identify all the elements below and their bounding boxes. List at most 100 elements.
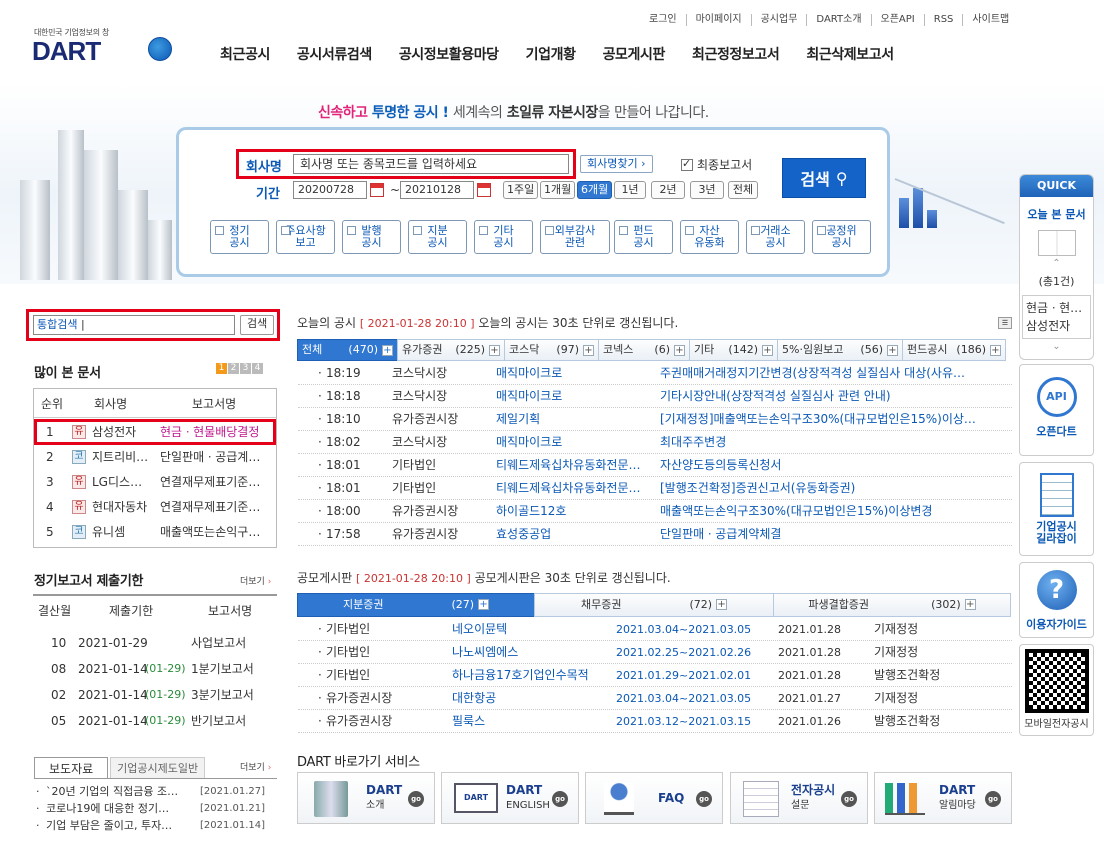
top-link-sitemap[interactable]: 사이트맵 <box>962 14 1018 26</box>
category-other[interactable]: 기타 공시 <box>474 220 533 254</box>
mobile-disclosure-link[interactable]: 모바일전자공시 <box>1019 644 1094 736</box>
table-row[interactable]: 4 유 현대자동차 연결재무제표기준… <box>34 495 276 519</box>
table-row[interactable]: · 유가증권시장 필룩스 2021.03.12~2021.03.15 2021.01.2… <box>298 710 1012 733</box>
category-equity[interactable]: 지분 공시 <box>408 220 467 254</box>
top-link-about[interactable]: DART소개 <box>806 14 870 26</box>
list-item[interactable]: · 코로나19에 대응한 정기… [2021.01.21] <box>34 800 278 817</box>
category-issue[interactable]: 발행 공시 <box>342 220 401 254</box>
table-row[interactable]: 10 2021-01-29 사업보고서 <box>33 630 277 656</box>
period-3years[interactable]: 3년 <box>690 181 724 199</box>
nav-recent[interactable]: 최근공시 <box>220 44 270 64</box>
table-row[interactable]: 5 코 유니셈 매출액또는손익구… <box>34 520 276 544</box>
nav-corrections[interactable]: 최근정정보고서 <box>692 44 780 64</box>
nav-company[interactable]: 기업개황 <box>526 44 576 64</box>
table-row[interactable]: · 기타법인 네오이뮨텍 2021.03.04~2021.03.05 2021.01.2… <box>298 618 1012 641</box>
table-row[interactable]: 2 코 지트리비… 단일판매ㆍ공급계… <box>34 445 276 469</box>
top-link-mypage[interactable]: 마이페이지 <box>685 14 751 26</box>
service-notice[interactable]: DART 알림마당 go <box>874 772 1012 824</box>
date-to-input[interactable]: 20210128 <box>400 181 474 199</box>
tab-disclosure-general[interactable]: 기업공시제도일반 <box>110 757 206 779</box>
today-menu-icon[interactable]: ☰ <box>998 317 1012 329</box>
period-2years[interactable]: 2년 <box>651 181 685 199</box>
period-all[interactable]: 전체 <box>728 181 758 199</box>
service-dart-english[interactable]: DART DART ENGLISH go <box>441 772 579 824</box>
category-major[interactable]: 주요사항 보고 <box>276 220 335 254</box>
tab-konex[interactable]: 코넥스 (6) + <box>598 339 690 361</box>
table-row[interactable]: · 기타법인 나노씨엠에스 2021.02.25~2021.02.26 2021.01.… <box>298 641 1012 664</box>
table-row[interactable]: · 18:01 기타법인 티웨드제육십차유동화전문… [발행조건확정]증권신고서(유동화… <box>298 477 1012 500</box>
date-from-input[interactable]: 20200728 <box>293 181 367 199</box>
category-ftc[interactable]: 공정위 공시 <box>812 220 871 254</box>
market: 코스닥시장 <box>392 366 448 380</box>
top-link-filing[interactable]: 공시업무 <box>750 14 807 26</box>
user-guide-link[interactable]: ? 이용자가이드 <box>1019 562 1094 638</box>
chevron-down-icon[interactable]: ⌄ <box>1020 341 1093 352</box>
period-1week[interactable]: 1주일 <box>503 181 539 199</box>
service-faq[interactable]: FAQ go <box>585 772 723 824</box>
tab-other[interactable]: 기타 (142) + <box>689 339 778 361</box>
tab-kosdaq[interactable]: 코스닥 (97) + <box>504 339 599 361</box>
period-1year[interactable]: 1년 <box>614 181 646 199</box>
table-row[interactable]: 08 2021-01-14 (01-29) 1분기보고서 <box>33 656 277 682</box>
tab-derivative[interactable]: 파생결합증권 (302) + <box>773 593 1011 617</box>
period-6months[interactable]: 6개월 <box>577 181 613 199</box>
top-link-openapi[interactable]: 오픈API <box>870 14 924 26</box>
period-1month[interactable]: 1개월 <box>540 181 576 199</box>
tab-kospi[interactable]: 유가증권 (225) + <box>397 339 505 361</box>
service-dart-intro[interactable]: DART 소개 go <box>297 772 435 824</box>
press-more-link[interactable]: 더보기 <box>240 760 271 773</box>
final-report-checkbox[interactable]: 최종보고서 <box>681 156 752 173</box>
category-exchange[interactable]: 거래소 공시 <box>746 220 805 254</box>
category-fund[interactable]: 펀드 공시 <box>614 220 673 254</box>
list-item[interactable]: · `20년 기업의 직접금융 조… [2021.01.27] <box>34 783 278 800</box>
bullet-icon: · <box>318 668 322 682</box>
find-company-button[interactable]: 회사명찾기 › <box>580 155 653 173</box>
table-row[interactable]: · 기타법인 하나금융17호기업인수목적 2021.01.29~2021.02.01 2… <box>298 664 1012 687</box>
page-1[interactable]: 1 <box>216 363 227 374</box>
calendar-icon[interactable] <box>477 183 491 197</box>
table-row[interactable]: · 17:58 유가증권시장 효성중공업 단일판매ㆍ공급계약체결 <box>298 523 1012 546</box>
calendar-icon[interactable] <box>370 183 384 197</box>
category-periodic[interactable]: 정기 공시 <box>210 220 269 254</box>
nav-ipo[interactable]: 공모게시판 <box>603 44 666 64</box>
table-row[interactable]: 05 2021-01-14 (01-29) 반기보고서 <box>33 708 277 734</box>
page-3[interactable]: 3 <box>240 363 251 374</box>
tab-equity[interactable]: 지분증권 (27) + <box>297 593 535 617</box>
tab-fund[interactable]: 펀드공시 (186) + <box>902 339 1006 361</box>
service-survey[interactable]: 전자공시 설문 go <box>730 772 868 824</box>
search-button[interactable]: 검색 ⚲ <box>782 158 866 198</box>
page-4[interactable]: 4 <box>252 363 263 374</box>
table-row[interactable]: 02 2021-01-14 (01-29) 3분기보고서 <box>33 682 277 708</box>
table-row[interactable]: · 18:01 기타법인 티웨드제육십차유동화전문… 자산양도등의등록신청서 <box>298 454 1012 477</box>
dart-logo[interactable]: DART <box>32 36 101 67</box>
integrated-search-button[interactable]: 검색 <box>240 315 275 335</box>
table-row[interactable]: 3 유 LG디스… 연결재무제표기준… <box>34 470 276 494</box>
top-link-rss[interactable]: RSS <box>923 14 963 26</box>
open-dart-link[interactable]: API 오픈다트 <box>1019 364 1094 456</box>
tab-5pct-exec[interactable]: 5%·임원보고 (56) + <box>777 339 903 361</box>
chevron-up-icon[interactable]: ⌃ <box>1020 258 1093 269</box>
disclosure-guide-link[interactable]: 기업공시 길라잡이 <box>1019 462 1094 556</box>
table-row[interactable]: · 18:02 코스닥시장 매직마이크로 최대주주변경 <box>298 431 1012 454</box>
table-row[interactable]: · 18:19 코스닥시장 매직마이크로 주권매매거래정지기간변경(상장적격성 실질심사… <box>298 362 1012 385</box>
list-item[interactable]: · 기업 부담은 줄이고, 투자… [2021.01.14] <box>34 817 278 834</box>
viewed-doc[interactable]: 현금ㆍ현… 삼성전자 <box>1022 295 1091 339</box>
tab-press[interactable]: 보도자료 <box>34 757 109 779</box>
tab-debt[interactable]: 채무증권 (72) + <box>534 593 774 617</box>
category-abs[interactable]: 자산 유동화 <box>680 220 739 254</box>
periodic-more-link[interactable]: 더보기 <box>240 574 271 587</box>
table-row[interactable]: · 18:10 유가증권시장 제일기획 [기재정정]매출액또는손익구조30%(대규모법인… <box>298 408 1012 431</box>
company-search-input[interactable]: 회사명 또는 종목코드를 입력하세요 <box>293 154 569 174</box>
table-row[interactable]: · 18:00 유가증권시장 하이골드12호 매출액또는손익구조30%(대규모법인은15… <box>298 500 1012 523</box>
nav-usage[interactable]: 공시정보활용마당 <box>399 44 499 64</box>
table-row[interactable]: · 18:18 코스닥시장 매직마이크로 기타시장안내(상장적격성 실질심사 관련 안내… <box>298 385 1012 408</box>
table-row[interactable]: · 유가증권시장 대한항공 2021.03.04~2021.03.05 2021.01.… <box>298 687 1012 710</box>
top-link-login[interactable]: 로그인 <box>640 14 686 26</box>
integrated-search-input[interactable]: 통합검색 | <box>33 315 235 335</box>
nav-deleted[interactable]: 최근삭제보고서 <box>806 44 894 64</box>
category-audit[interactable]: 외부감사 관련 <box>540 220 610 254</box>
table-row[interactable]: 1 유 삼성전자 현금ㆍ현물배당결정 <box>34 420 276 444</box>
tab-all[interactable]: 전체 (470) + <box>297 339 398 361</box>
page-2[interactable]: 2 <box>228 363 239 374</box>
nav-search[interactable]: 공시서류검색 <box>297 44 372 64</box>
